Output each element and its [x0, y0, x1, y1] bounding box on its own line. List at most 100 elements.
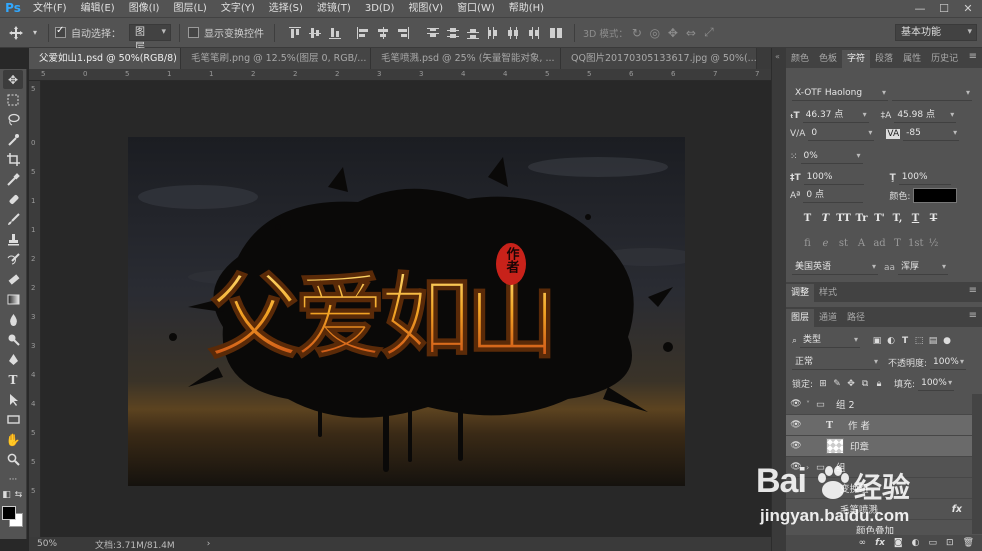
superscript-button[interactable]: T'	[872, 211, 887, 226]
dodge-tool-icon[interactable]	[3, 330, 23, 349]
menu-view[interactable]: 视图(V)	[401, 0, 450, 17]
distribute-hcenter-icon[interactable]	[506, 26, 520, 40]
menu-help[interactable]: 帮助(H)	[502, 0, 551, 17]
eyedropper-tool-icon[interactable]	[3, 170, 23, 189]
tab-paths[interactable]: 路径	[842, 309, 870, 327]
panel-menu-icon[interactable]: ≡	[969, 310, 977, 321]
swash-button[interactable]: A	[854, 236, 869, 251]
filter-adjustment-icon[interactable]: ◐	[884, 336, 898, 346]
all-caps-button[interactable]: TT	[836, 211, 851, 226]
history-brush-tool-icon[interactable]	[3, 250, 23, 269]
distribute-top-icon[interactable]	[426, 26, 440, 40]
healing-brush-tool-icon[interactable]	[3, 190, 23, 209]
eraser-tool-icon[interactable]	[3, 270, 23, 289]
titling-alternates-button[interactable]: T	[890, 236, 905, 251]
tab-channels[interactable]: 通道	[814, 309, 842, 327]
gradient-tool-icon[interactable]	[3, 290, 23, 309]
menu-window[interactable]: 窗口(W)	[450, 0, 502, 17]
delete-layer-icon[interactable]: 🗑︎	[963, 538, 974, 548]
doc-tab-4[interactable]: QQ图片20170305133617.jpg @ 50%(...×	[561, 48, 757, 69]
align-right-icon[interactable]	[396, 26, 410, 40]
doc-tab-3[interactable]: 毛笔喷溅.psd @ 25% (矢量智能对象, ...×	[371, 48, 561, 69]
tab-character[interactable]: 字符	[842, 50, 871, 68]
3d-scale-icon[interactable]: ⤢	[700, 23, 718, 43]
panel-menu-icon[interactable]: ≡	[969, 51, 977, 62]
language-dropdown[interactable]: 美国英语	[792, 260, 878, 275]
fractions-button[interactable]: ½	[926, 236, 941, 251]
layer-row[interactable]: 毛笔喷溅 fx	[786, 499, 972, 520]
filter-toggle-icon[interactable]: ●	[940, 336, 954, 346]
menu-layer[interactable]: 图层(L)	[166, 0, 213, 17]
antialias-dropdown[interactable]: 浑厚	[898, 260, 949, 275]
font-style-dropdown[interactable]	[892, 86, 972, 101]
align-bottom-icon[interactable]	[328, 26, 342, 40]
layer-row[interactable]: 👁︎ T 作 者	[786, 415, 972, 436]
lasso-tool-icon[interactable]	[3, 110, 23, 129]
tab-paragraph[interactable]: 段落	[870, 50, 898, 68]
close-button[interactable]: ✕	[956, 0, 980, 17]
auto-select-checkbox[interactable]: 自动选择：	[55, 23, 121, 43]
underline-button[interactable]: T	[908, 211, 923, 226]
layer-filter-dropdown[interactable]: 类型	[800, 333, 861, 348]
menu-type[interactable]: 文字(Y)	[214, 0, 262, 17]
blur-tool-icon[interactable]	[3, 310, 23, 329]
3d-drag-icon[interactable]: ✥	[664, 23, 682, 43]
panel-menu-icon[interactable]: ≡	[969, 285, 977, 296]
hand-tool-icon[interactable]: ✋	[3, 430, 23, 449]
show-transform-checkbox[interactable]: 显示变换控件	[188, 23, 264, 43]
new-layer-icon[interactable]: ⊡	[946, 538, 954, 548]
chevron-right-icon[interactable]: ›	[806, 463, 816, 472]
baseline-shift-field[interactable]: 0 点	[803, 188, 864, 203]
distribute-right-icon[interactable]	[526, 26, 540, 40]
layer-row[interactable]: 颜色叠加	[786, 520, 972, 534]
tab-adjustments[interactable]: 调整	[786, 284, 815, 302]
move-tool-icon[interactable]: ✥	[3, 70, 23, 89]
preset-chevron-icon[interactable]: ▾	[28, 23, 42, 43]
zoom-tool-icon[interactable]	[3, 450, 23, 469]
color-swatches[interactable]	[2, 506, 24, 528]
marquee-tool-icon[interactable]	[3, 90, 23, 109]
menu-3d[interactable]: 3D(D)	[358, 0, 402, 17]
collapse-panels-icon[interactable]: «	[775, 52, 780, 61]
lock-transparent-icon[interactable]: ⊞	[816, 379, 830, 389]
subscript-button[interactable]: T,	[890, 211, 905, 226]
document-canvas[interactable]: 父爱如山 作者	[128, 137, 685, 486]
leading-field[interactable]: 45.98 点	[894, 108, 957, 123]
add-mask-icon[interactable]: ◙	[894, 538, 903, 548]
filter-pixel-icon[interactable]: ▣	[870, 336, 884, 346]
link-layers-icon[interactable]: ∞	[859, 538, 867, 548]
align-left-icon[interactable]	[356, 26, 370, 40]
font-family-dropdown[interactable]: X-OTF Haolong	[792, 86, 888, 101]
stylistic-alternates-button[interactable]: ad	[872, 236, 887, 251]
menu-image[interactable]: 图像(I)	[122, 0, 167, 17]
tab-swatches[interactable]: 色板	[814, 50, 842, 68]
alternate-ligatures-button[interactable]: ℯ	[818, 236, 833, 251]
visibility-eye-icon[interactable]: 👁︎	[786, 399, 806, 409]
layer-row[interactable]: 👁︎ ˅ ▭ 组 2	[786, 394, 972, 415]
distribute-bottom-icon[interactable]	[466, 26, 480, 40]
menu-file[interactable]: 文件(F)	[26, 0, 74, 17]
text-color-swatch[interactable]	[913, 188, 958, 203]
maximize-button[interactable]: ☐	[932, 0, 956, 17]
horizontal-scale-field[interactable]: 100%	[898, 170, 951, 185]
align-vcenter-icon[interactable]	[308, 26, 322, 40]
tracking-field[interactable]: -85	[903, 126, 960, 141]
kerning-field[interactable]: 0	[808, 126, 875, 141]
tab-styles[interactable]: 样式	[814, 284, 842, 302]
distribute-left-icon[interactable]	[486, 26, 500, 40]
filter-type-icon[interactable]: T	[898, 336, 912, 346]
chevron-down-icon[interactable]: ˅	[806, 400, 816, 409]
tab-properties[interactable]: 属性	[898, 50, 926, 68]
layer-list-scrollbar[interactable]	[972, 394, 982, 534]
foreground-color-swatch[interactable]	[2, 506, 16, 520]
faux-bold-button[interactable]: T	[800, 211, 815, 226]
blend-mode-dropdown[interactable]: 正常	[792, 355, 880, 370]
discretionary-ligatures-button[interactable]: st	[836, 236, 851, 251]
new-adjustment-icon[interactable]: ◐	[912, 538, 920, 548]
auto-align-icon[interactable]	[549, 26, 563, 40]
add-style-icon[interactable]: fx	[875, 538, 885, 548]
3d-roll-icon[interactable]: ◎	[646, 23, 664, 43]
distribute-vcenter-icon[interactable]	[446, 26, 460, 40]
doc-tab-1[interactable]: 父爱如山1.psd @ 50%(RGB/8)×	[29, 48, 181, 69]
rectangle-tool-icon[interactable]	[3, 410, 23, 429]
